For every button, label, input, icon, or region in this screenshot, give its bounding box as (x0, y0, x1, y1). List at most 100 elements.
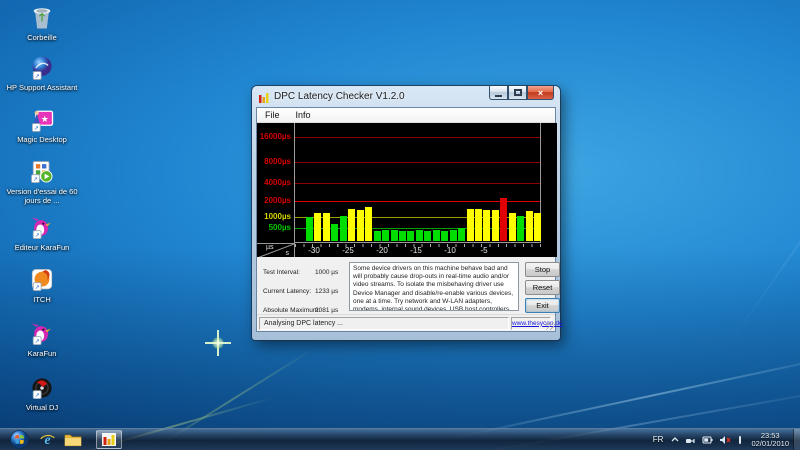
menu-info[interactable]: Info (288, 110, 319, 120)
show-desktop-button[interactable] (793, 429, 800, 450)
latency-bar (450, 230, 457, 241)
desktop-icon-label: Version d'essai de 60 jours de ... (2, 188, 82, 205)
network-icon[interactable] (685, 435, 696, 445)
windows-orb-icon (10, 430, 29, 449)
y-axis-label-16000: 16000µs (257, 132, 291, 141)
latency-bar (534, 213, 541, 241)
desktop-icon-virtual-dj[interactable]: ↗ Virtual DJ (2, 374, 82, 413)
latency-bar (500, 198, 507, 241)
status-link-cell: www.thesycon.de (511, 317, 551, 330)
reset-button[interactable]: Reset (525, 280, 560, 295)
latency-bar (416, 230, 423, 241)
status-text: Analysing DPC latency ... (259, 317, 509, 330)
latency-bar (483, 210, 490, 241)
taskbar-dpc-latency-button[interactable] (96, 430, 122, 449)
desktop-icon-label: Magic Desktop (2, 136, 82, 145)
menu-file[interactable]: File (257, 110, 288, 120)
stat-label-test-interval: Test Interval: (263, 269, 300, 276)
svg-text:↗: ↗ (35, 73, 40, 80)
latency-bar (526, 211, 533, 241)
input-indicator-icon[interactable] (737, 435, 743, 445)
svg-text:↗: ↗ (35, 338, 40, 345)
x-tick: -15 (410, 246, 422, 255)
latency-bar (331, 224, 338, 241)
recycle-bin-icon (28, 4, 56, 32)
x-tick: -5 (480, 246, 487, 255)
internet-explorer-icon[interactable]: e (34, 430, 60, 450)
desktop-icon-label: ITCH (2, 296, 82, 305)
desktop-icon-corbeille[interactable]: Corbeille (2, 4, 82, 43)
latency-bar (509, 213, 516, 241)
svg-text:e: e (44, 432, 50, 447)
menu-bar: File Info (257, 108, 555, 123)
svg-text:↗: ↗ (33, 176, 38, 183)
chart-plot-area (294, 123, 541, 243)
wallpaper-sparkle (205, 330, 231, 356)
info-panel: Test Interval: 1000 µs Current Latency: … (257, 257, 555, 317)
vinyl-icon: ↗ (28, 374, 56, 402)
taskbar-clock[interactable]: 23:53 02/01/2010 (751, 432, 789, 448)
light-streak (729, 0, 800, 344)
resize-grip[interactable] (546, 322, 554, 330)
stat-label-current-latency: Current Latency: (263, 288, 311, 295)
y-axis-label-4000: 4000µs (257, 178, 291, 187)
desktop-icon-label: HP Support Assistant (2, 84, 82, 93)
hp-orb-icon: ↗ (28, 54, 56, 82)
desktop-icon-label: Editeur KaraFun (2, 244, 82, 253)
desktop: Corbeille ↗ HP Support Assistant ★ ↗ Mag… (0, 0, 800, 450)
magic-desktop-icon: ★ ↗ (28, 106, 56, 134)
thesycon-link[interactable]: www.thesycon.de (512, 320, 563, 327)
maximize-button[interactable] (508, 86, 527, 100)
language-indicator[interactable]: FR (653, 435, 664, 444)
latency-bar (323, 213, 330, 241)
desktop-icon-itch[interactable]: ↗ ITCH (2, 266, 82, 305)
hidden-icons-chevron[interactable] (671, 436, 679, 444)
desktop-icon-label: Virtual DJ (2, 404, 82, 413)
karafun-bird-icon: ↗ (28, 320, 56, 348)
y-axis-label-500: 500µs (257, 223, 291, 232)
desktop-icon-hp-support[interactable]: ↗ HP Support Assistant (2, 54, 82, 93)
stat-value-test-interval: 1000 µs (315, 269, 338, 276)
latency-bar (314, 213, 321, 241)
latency-bar (517, 216, 524, 241)
desktop-icon-label: KaraFun (2, 350, 82, 359)
svg-text:↗: ↗ (35, 232, 40, 239)
dpc-latency-checker-window: DPC Latency Checker V1.2.0 × File Info (252, 86, 560, 340)
title-bar[interactable]: DPC Latency Checker V1.2.0 × (256, 86, 556, 107)
desktop-icon-version-essai[interactable]: ↗ Version d'essai de 60 jours de ... (2, 158, 82, 205)
latency-bar (407, 231, 414, 241)
latency-bar (357, 210, 364, 241)
y-unit-label: µs (266, 244, 274, 251)
stat-value-current-latency: 1233 µs (315, 288, 338, 295)
minimize-button[interactable] (489, 86, 508, 100)
volume-muted-icon[interactable] (719, 435, 731, 445)
latency-bar (492, 210, 499, 241)
power-battery-icon[interactable] (702, 435, 713, 445)
desktop-icon-editeur-karafun[interactable]: ↗ Editeur KaraFun (2, 214, 82, 253)
gridline-16000 (294, 137, 540, 138)
latency-bar (399, 231, 406, 242)
svg-text:★: ★ (41, 114, 49, 124)
exit-button[interactable]: Exit (525, 298, 560, 313)
start-button[interactable] (4, 430, 34, 450)
clock-date: 02/01/2010 (751, 440, 789, 448)
latency-bar (382, 230, 389, 241)
y-axis-label-8000: 8000µs (257, 157, 291, 166)
latency-bar (424, 231, 431, 241)
latency-bar (306, 217, 313, 241)
stop-button[interactable]: Stop (525, 262, 560, 277)
close-button[interactable]: × (527, 86, 554, 100)
latency-bar (441, 231, 448, 242)
status-bar: Analysing DPC latency ... www.thesycon.d… (257, 314, 555, 331)
trial-app-icon: ↗ (28, 158, 56, 186)
desktop-icon-karafun[interactable]: ↗ KaraFun (2, 320, 82, 359)
taskbar: e FR (0, 428, 800, 450)
advice-message-box: Some device drivers on this machine beha… (349, 262, 519, 311)
desktop-icon-label: Corbeille (2, 34, 82, 43)
explorer-folder-icon[interactable] (60, 430, 86, 450)
latency-bar (365, 207, 372, 241)
window-client-area: File Info 16000µs 8000µs 4000µs 20 (256, 107, 556, 332)
app-icon[interactable] (258, 91, 270, 103)
desktop-icon-magic-desktop[interactable]: ★ ↗ Magic Desktop (2, 106, 82, 145)
latency-bar (340, 216, 347, 241)
